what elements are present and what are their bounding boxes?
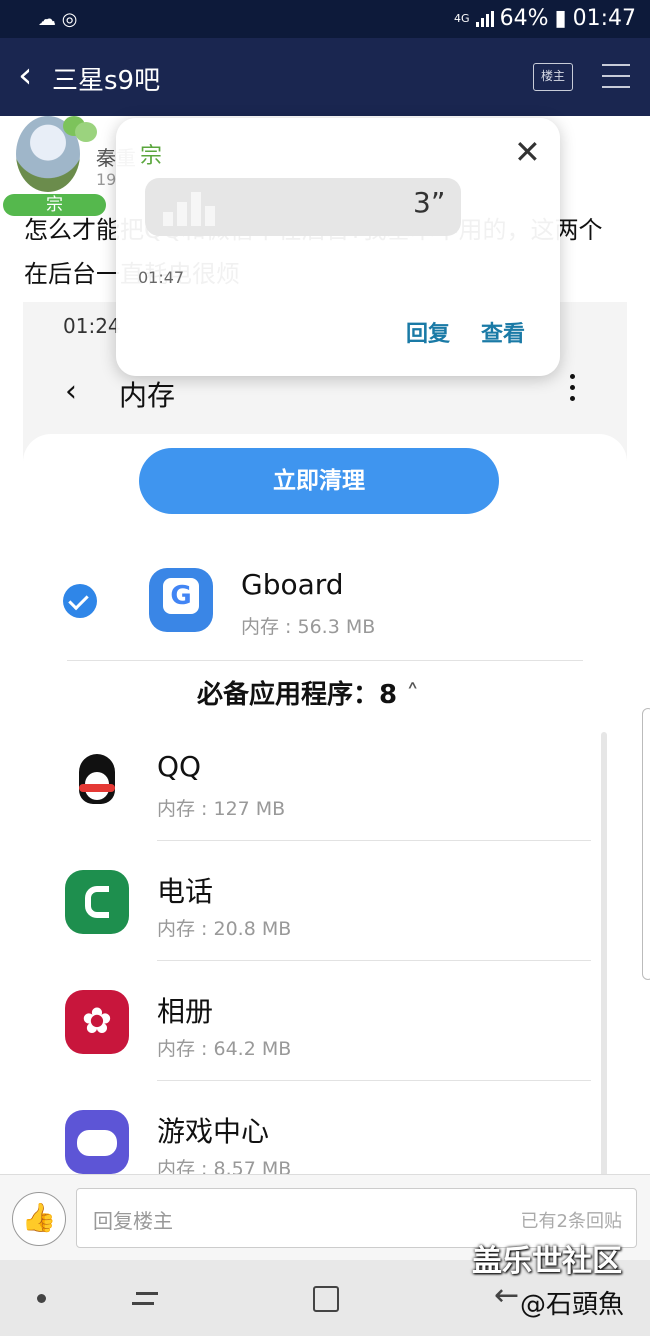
divider bbox=[157, 1080, 591, 1081]
popup-time: 01:47 bbox=[138, 268, 185, 287]
wechat-icon bbox=[63, 116, 97, 142]
watermark-site: 盖乐世社区 bbox=[472, 1244, 622, 1279]
divider bbox=[157, 960, 591, 961]
game-center-icon bbox=[65, 1110, 129, 1174]
gboard-name: Gboard bbox=[241, 568, 344, 601]
back-icon[interactable]: ← bbox=[494, 1278, 519, 1313]
divider bbox=[157, 840, 591, 841]
qq-icon bbox=[65, 750, 129, 814]
clock: 01:47 bbox=[572, 6, 636, 31]
status-bar: ☁ ◎ 4G 64% ▮ 01:47 bbox=[0, 0, 650, 38]
section-header-label: 必备应用程序：8 bbox=[197, 680, 398, 710]
home-icon[interactable] bbox=[313, 1286, 339, 1312]
reply-count: 已有2条回贴 bbox=[520, 1211, 622, 1232]
recents-icon[interactable] bbox=[132, 1286, 158, 1310]
app-name-3: 游戏中心 bbox=[157, 1115, 270, 1148]
app-memory-0: 内存 : 127 MB bbox=[157, 798, 286, 820]
notification-icons: ☁ ◎ bbox=[38, 9, 78, 30]
back-arrow-icon[interactable]: ‹ bbox=[18, 56, 32, 96]
watermark-author: @石頭魚 bbox=[520, 1290, 625, 1320]
thumbs-up-icon[interactable]: 👍 bbox=[12, 1192, 66, 1246]
status-right: 4G 64% ▮ 01:47 bbox=[454, 6, 636, 31]
divider bbox=[67, 660, 583, 661]
network-type: 4G bbox=[454, 12, 470, 25]
gboard-memory: 内存 : 56.3 MB bbox=[241, 616, 376, 638]
clean-button: 立即清理 bbox=[139, 448, 499, 514]
app-name-1: 电话 bbox=[157, 875, 214, 908]
shot-scrollbar bbox=[601, 732, 607, 1176]
section-header: 必备应用程序：8 ˄ bbox=[197, 674, 419, 711]
post-date: 19 bbox=[96, 170, 117, 189]
view-button[interactable]: 查看 bbox=[481, 316, 525, 348]
close-icon[interactable]: ✕ bbox=[514, 136, 541, 168]
battery-percent: 64% bbox=[499, 6, 549, 31]
voice-duration: 3” bbox=[413, 186, 446, 219]
gallery-icon: ✿ bbox=[65, 990, 129, 1054]
app-name-0: QQ bbox=[157, 750, 202, 783]
reply-button[interactable]: 回复 bbox=[406, 316, 450, 348]
app-name-2: 相册 bbox=[157, 995, 214, 1028]
top-navbar: ‹ 三星s9吧 楼主 bbox=[0, 38, 650, 116]
popup-sender: 宗 bbox=[140, 144, 163, 169]
checkmark-icon bbox=[63, 584, 97, 618]
embedded-screenshot[interactable]: 01:24 ‹ 内存 立即清理 G Gboard 内存 : 56.3 MB 必备… bbox=[23, 302, 627, 1176]
shot-back-icon: ‹ bbox=[65, 374, 77, 409]
voice-bubble[interactable]: 3” bbox=[145, 178, 461, 236]
forum-title: 三星s9吧 bbox=[52, 66, 161, 96]
app-memory-2: 内存 : 64.2 MB bbox=[157, 1038, 292, 1060]
menu-icon[interactable] bbox=[602, 64, 630, 88]
app-memory-1: 内存 : 20.8 MB bbox=[157, 918, 292, 940]
phone-icon bbox=[65, 870, 129, 934]
kebab-icon bbox=[568, 374, 576, 404]
signal-icon bbox=[475, 10, 494, 27]
voice-message-popup: 宗 ✕ 3” 01:47 回复 查看 bbox=[116, 118, 560, 376]
app-memory-3: 内存 : 8.57 MB bbox=[157, 1158, 292, 1176]
edge-panel-handle[interactable] bbox=[642, 708, 650, 980]
reply-placeholder: 回复楼主 bbox=[93, 1209, 173, 1233]
voice-wave-icon bbox=[163, 188, 223, 226]
gboard-icon: G bbox=[149, 568, 213, 632]
chevron-up-icon: ˄ bbox=[406, 680, 420, 710]
nav-dot-icon[interactable] bbox=[37, 1294, 46, 1303]
only-owner-button[interactable]: 楼主 bbox=[533, 63, 573, 91]
shot-time: 01:24 bbox=[63, 314, 121, 338]
battery-icon: ▮ bbox=[554, 6, 567, 31]
shot-title: 内存 bbox=[119, 379, 176, 412]
